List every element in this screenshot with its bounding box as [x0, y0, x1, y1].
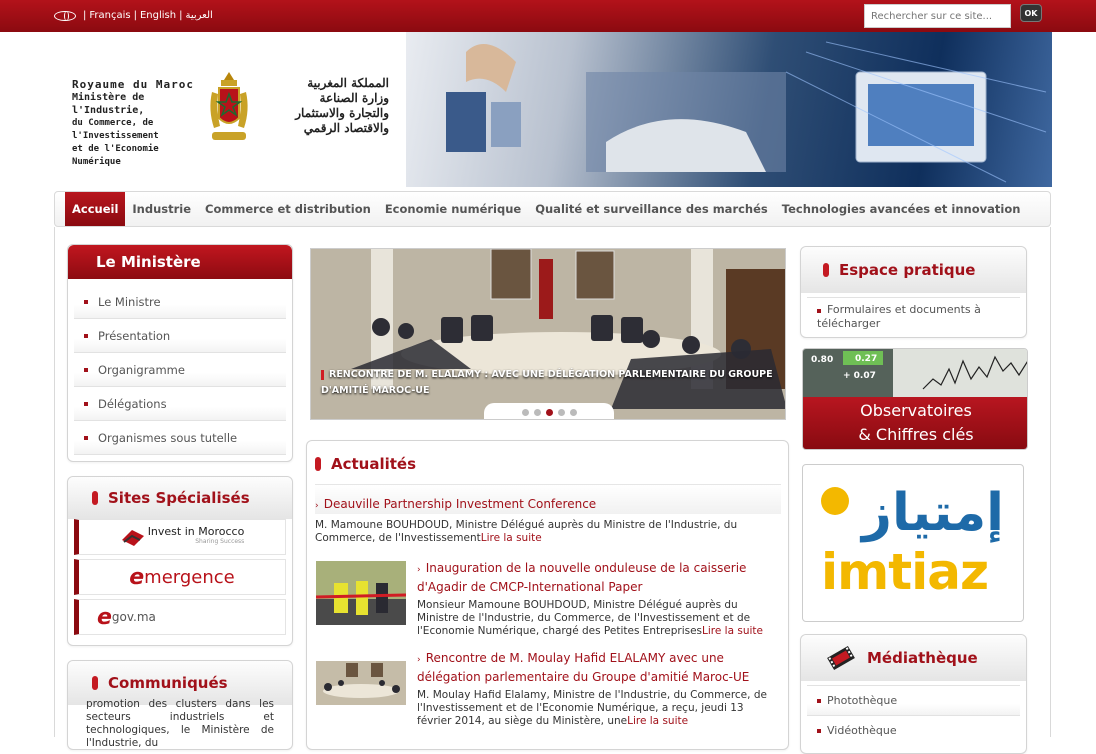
main-nav: Accueil Industrie Commerce et distributi…: [54, 191, 1051, 227]
sidebar-item-organigramme[interactable]: Organigramme: [74, 353, 286, 387]
nav-qualite[interactable]: Qualité et surveillance des marchés: [528, 192, 775, 226]
film-reel-icon: [827, 645, 855, 671]
news-thumbnail-2[interactable]: [315, 561, 407, 625]
slider-dot-5[interactable]: [569, 408, 577, 416]
slider-dot-1[interactable]: [521, 408, 529, 416]
mediatheque-item-videotheque[interactable]: Vidéothèque: [807, 715, 1020, 745]
news-title-3[interactable]: Rencontre de M. Moulay Hafid ELALAMY ave…: [417, 651, 749, 684]
lang-arabic-link[interactable]: العربية: [185, 10, 212, 21]
slider-dot-2[interactable]: [533, 408, 541, 416]
nav-commerce[interactable]: Commerce et distribution: [198, 192, 378, 226]
actualites-title: Actualités: [315, 455, 416, 473]
observatoires-tick-2: 0.27: [855, 354, 878, 364]
bullet-icon: [84, 299, 88, 304]
search-ok-button[interactable]: OK: [1020, 4, 1042, 22]
read-more-1[interactable]: Lire la suite: [481, 532, 542, 544]
news-title-2[interactable]: Inauguration de la nouvelle onduleuse de…: [417, 561, 746, 594]
bullet-icon: [84, 367, 88, 372]
pill-icon: [315, 457, 321, 471]
moroccan-coat-of-arms-icon[interactable]: [204, 70, 254, 148]
slider-dot-4[interactable]: [557, 408, 565, 416]
actualites-box: Actualités › Deauville Partnership Inves…: [306, 440, 789, 750]
pill-icon: [92, 491, 98, 505]
top-bar: | Français | English | العربية OK: [0, 0, 1096, 32]
ministere-box: Le Ministère Le Ministre Présentation Or…: [67, 244, 293, 462]
stock-chart-icon: [803, 349, 1027, 399]
read-more-3[interactable]: Lire la suite: [627, 715, 688, 727]
bullet-icon: [817, 698, 821, 703]
mediatheque-box: Médiathèque Photothèque Vidéothèque: [800, 634, 1027, 754]
imtiaz-latin-logo: imtiaz: [821, 543, 989, 601]
bullet-icon: [817, 309, 821, 313]
news-title-1[interactable]: Deauville Partnership Investment Confere…: [324, 497, 596, 511]
meeting-photo-icon: [316, 661, 406, 705]
nav-economie-numerique[interactable]: Economie numérique: [378, 192, 528, 226]
news-body-3: M. Moulay Hafid Elalamy, Ministre de l'I…: [417, 689, 767, 727]
inauguration-photo-icon: [315, 561, 407, 625]
egov-link[interactable]: e gov.ma: [74, 599, 286, 635]
nav-accueil[interactable]: Accueil: [65, 192, 126, 226]
lang-french-link[interactable]: Français: [89, 10, 130, 21]
mediatheque-title: Médiathèque: [801, 635, 1026, 681]
banner-collage-icon: [446, 41, 1047, 183]
pill-icon: [823, 263, 829, 277]
espace-title: Espace pratique: [801, 247, 1026, 293]
mediatheque-item-phototheque[interactable]: Photothèque: [807, 685, 1020, 715]
header-banner-image: [406, 32, 1052, 187]
bullet-icon: [84, 333, 88, 338]
bullet-icon: [84, 435, 88, 440]
search-input[interactable]: [864, 4, 1011, 28]
nav-industrie[interactable]: Industrie: [125, 192, 198, 226]
sidebar-item-organismes[interactable]: Organismes sous tutelle: [74, 421, 286, 455]
site-header: Royaume du Maroc Ministère de l'Industri…: [54, 32, 1052, 187]
invest-in-morocco-link[interactable]: Invest in Morocco Sharing Success: [74, 519, 286, 555]
espace-item-formulaires[interactable]: Formulaires et documents à télécharger: [807, 297, 1020, 331]
sidebar-item-presentation[interactable]: Présentation: [74, 319, 286, 353]
news-thumbnail-3[interactable]: [316, 661, 406, 705]
news-item-1: › Deauville Partnership Investment Confe…: [315, 484, 781, 545]
lang-english-link[interactable]: English: [140, 10, 176, 21]
ministere-title: Le Ministère: [68, 245, 292, 279]
sidebar-item-delegations[interactable]: Délégations: [74, 387, 286, 421]
emergence-e-icon: e: [129, 564, 145, 590]
news-item-2: › Inauguration de la nouvelle onduleuse …: [417, 561, 763, 637]
ministry-name-ar[interactable]: المملكة المغربية وزارة الصناعة والتجارة …: [259, 76, 389, 136]
invest-in-morocco-logo-icon: [121, 530, 144, 546]
sidebar-item-le-ministre[interactable]: Le Ministre: [74, 285, 286, 319]
ministry-name-fr[interactable]: Royaume du Maroc Ministère de l'Industri…: [72, 78, 202, 169]
globe-icon: [54, 10, 76, 21]
slider-pager: [484, 403, 614, 419]
emergence-link[interactable]: e mergence: [74, 559, 286, 595]
observatoires-label: Observatoires & Chiffres clés: [803, 397, 1027, 449]
bullet-icon: [84, 401, 88, 406]
pill-icon: [92, 676, 98, 690]
caption-marker-icon: [321, 369, 324, 380]
read-more-2[interactable]: Lire la suite: [702, 625, 763, 637]
espace-box: Espace pratique Formulaires et documents…: [800, 246, 1027, 338]
observatoires-banner[interactable]: 0.80 0.27 + 0.07 Observatoires & Chiffre…: [802, 348, 1028, 450]
slider-dot-3[interactable]: [545, 408, 553, 416]
observatoires-tick-3: + 0.07: [843, 371, 876, 381]
news-body-2: Monsieur Mamoune BOUHDOUD, Ministre Délé…: [417, 599, 751, 637]
news-item-3: › Rencontre de M. Moulay Hafid ELALAMY a…: [417, 651, 767, 727]
egov-e-icon: e: [97, 604, 112, 630]
slider-caption[interactable]: RENCONTRE DE M. ELALAMY : AVEC UNE DÉLÉG…: [321, 367, 781, 399]
imtiaz-banner[interactable]: إمتياز imtiaz: [802, 464, 1024, 622]
observatoires-tick-1: 0.80: [811, 355, 834, 365]
bullet-icon: [817, 728, 821, 733]
nav-technologies[interactable]: Technologies avancées et innovation: [775, 192, 1028, 226]
news-slider[interactable]: RENCONTRE DE M. ELALAMY : AVEC UNE DÉLÉG…: [310, 248, 786, 420]
communiques-text: promotion des clusters dans les secteurs…: [86, 698, 274, 749]
sites-box: Sites Spécialisés Invest in Morocco Shar…: [67, 476, 293, 646]
sites-title: Sites Spécialisés: [68, 477, 292, 519]
language-switcher: | Français | English | العربية: [54, 10, 213, 21]
